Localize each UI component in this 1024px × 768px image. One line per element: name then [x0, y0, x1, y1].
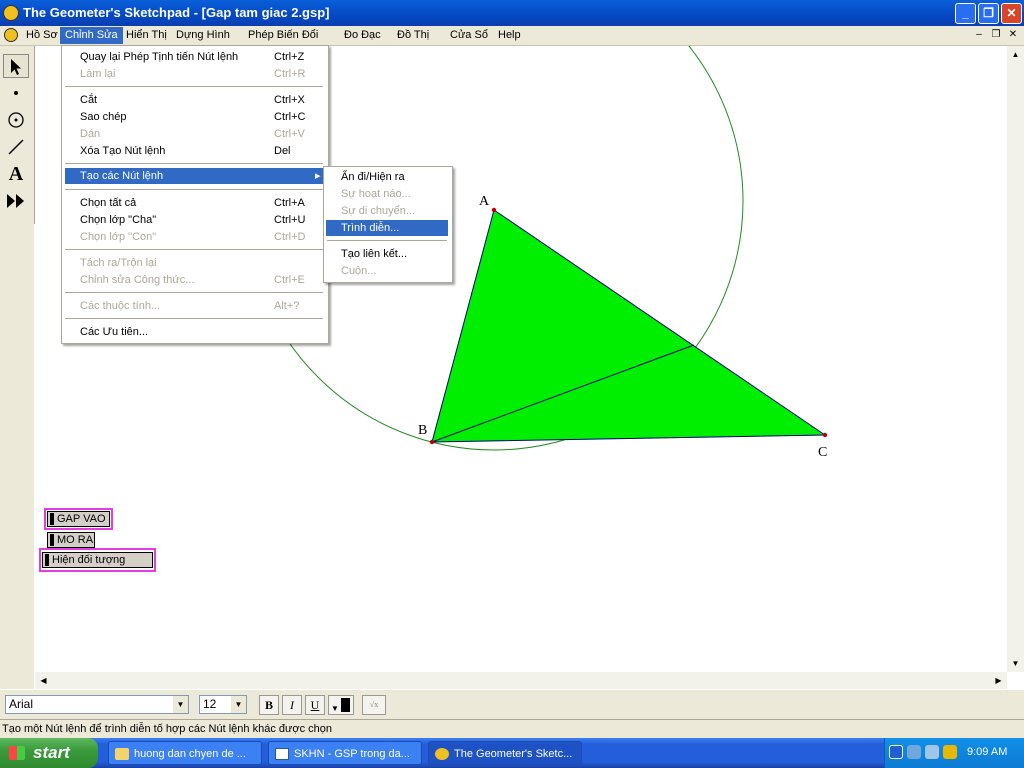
title-bar: The Geometer's Sketchpad - [Gap tam giac…	[0, 0, 1024, 26]
text-format-toolbar: Arial ▼ 12 ▼ B I U ▼ √x	[0, 689, 1024, 720]
menu-do-thi[interactable]: Đồ Thị	[392, 27, 434, 44]
submenu-animation[interactable]: Sự hoạt náo...	[341, 186, 446, 202]
label-c: C	[818, 445, 827, 460]
triangle-abc	[431, 209, 827, 443]
point-a	[491, 207, 497, 213]
scroll-left-icon[interactable]: ◀	[35, 672, 52, 689]
font-dropdown-icon: ▼	[173, 696, 188, 713]
point-c	[822, 432, 828, 438]
menu-cua-so[interactable]: Cửa Sổ	[445, 27, 493, 44]
menu-phep-bien-doi[interactable]: Phép Biến Đổi	[243, 27, 323, 44]
menu-do-dac[interactable]: Đo Đạc	[339, 27, 386, 44]
doc-restore-button[interactable]: ❐	[989, 29, 1003, 42]
submenu-presentation[interactable]: Trình diễn...	[326, 220, 448, 236]
sketchpad-app-icon	[3, 5, 19, 21]
bold-button[interactable]: B	[259, 695, 279, 715]
menu-separator	[65, 163, 323, 164]
math-format-icon[interactable]: √x	[362, 695, 386, 715]
toolbox: A	[0, 46, 35, 224]
italic-button[interactable]: I	[282, 695, 302, 715]
task-folder[interactable]: huong dan chyen de ...	[108, 741, 262, 765]
scroll-up-icon[interactable]: ▲	[1007, 46, 1024, 63]
windows-flag-icon	[9, 746, 25, 760]
action-buttons-submenu: Ẩn đi/Hiện ra Sự hoạt náo... Sự di chuyể…	[323, 166, 453, 283]
submenu-arrow-icon: ▸	[315, 170, 321, 182]
task-sketchpad[interactable]: The Geometer's Sketc...	[428, 741, 582, 765]
text-tool-icon[interactable]: A	[3, 162, 29, 186]
taskbar: start huong dan chyen de ... SKHN - GSP …	[0, 738, 1024, 768]
arrow-select-tool-icon[interactable]	[3, 54, 29, 78]
horizontal-scrollbar[interactable]: ◀ ▶	[35, 672, 1007, 689]
network-icon[interactable]	[907, 745, 921, 759]
menu-edit-calculation[interactable]: Chỉnh sửa Công thức... Ctrl+E	[80, 272, 320, 288]
document-icon[interactable]	[4, 28, 18, 42]
menu-separator	[65, 86, 323, 87]
system-tray: 9:09 AM	[884, 738, 1024, 768]
restore-button[interactable]: ❐	[978, 3, 999, 24]
menu-separator	[65, 249, 323, 250]
menu-separator	[327, 240, 447, 241]
custom-tool-icon[interactable]	[3, 189, 29, 213]
window-title: The Geometer's Sketchpad - [Gap tam giac…	[23, 5, 330, 20]
compass-tool-icon[interactable]	[3, 108, 29, 132]
menu-properties[interactable]: Các thuộc tính... Alt+?	[80, 298, 320, 314]
menu-delete-button[interactable]: Xóa Tạo Nút lệnh Del	[80, 143, 320, 159]
status-bar: Tạo một Nút lệnh để trình diễn tố hợp cá…	[0, 719, 1024, 739]
size-dropdown-icon: ▼	[231, 696, 246, 713]
submenu-scroll[interactable]: Cuộn...	[341, 263, 446, 279]
menu-split-merge[interactable]: Tách ra/Trộn lại	[80, 255, 320, 271]
tray-expand-icon[interactable]	[889, 745, 903, 759]
menu-help[interactable]: Help	[493, 27, 526, 44]
text-color-button[interactable]: ▼	[328, 695, 354, 715]
doc-close-button[interactable]: ✕	[1006, 29, 1020, 42]
toolbox-background	[0, 224, 34, 689]
display-icon[interactable]	[925, 745, 939, 759]
menu-dung-hinh[interactable]: Dựng Hình	[171, 27, 235, 44]
menu-ho-so[interactable]: Hồ Sơ	[21, 27, 63, 44]
point-tool-icon[interactable]	[3, 81, 29, 105]
close-button[interactable]: ✕	[1001, 3, 1022, 24]
folder-icon	[115, 748, 129, 761]
edit-menu: Quay lại Phép Tịnh tiến Nút lệnh Ctrl+Z L…	[61, 45, 329, 344]
menu-select-children[interactable]: Chọn lớp "Con" Ctrl+D	[80, 229, 320, 245]
underline-button[interactable]: U	[305, 695, 325, 715]
menu-copy[interactable]: Sao chép Ctrl+C	[80, 109, 320, 125]
clock[interactable]: 9:09 AM	[967, 746, 1007, 758]
menu-separator	[65, 318, 323, 319]
start-button[interactable]: start	[0, 738, 98, 768]
word-document-icon	[275, 748, 289, 761]
point-b	[429, 439, 435, 445]
menu-paste[interactable]: Dán Ctrl+V	[80, 126, 320, 142]
vertical-scrollbar[interactable]: ▲ ▼	[1007, 46, 1024, 672]
menu-undo[interactable]: Quay lại Phép Tịnh tiến Nút lệnh Ctrl+Z	[80, 49, 320, 65]
menu-chinh-sua[interactable]: Chỉnh Sửa	[60, 27, 123, 44]
status-text: Tạo một Nút lệnh để trình diễn tố hợp cá…	[2, 723, 332, 735]
label-b: B	[418, 423, 427, 438]
line-tool-icon[interactable]	[3, 135, 29, 159]
font-select[interactable]: Arial ▼	[5, 695, 189, 714]
label-a: A	[479, 194, 490, 209]
vietkey-icon[interactable]	[943, 745, 957, 759]
submenu-hide-show[interactable]: Ẩn đi/Hiện ra	[341, 169, 446, 185]
menu-hien-thi[interactable]: Hiển Thị	[121, 27, 172, 44]
menu-cut[interactable]: Cắt Ctrl+X	[80, 92, 320, 108]
menu-separator	[65, 189, 323, 190]
menu-preferences[interactable]: Các Ưu tiên...	[80, 324, 320, 340]
menu-create-action-buttons[interactable]: Tạo các Nút lệnh ▸	[65, 168, 325, 184]
menu-select-parents[interactable]: Chọn lớp "Cha" Ctrl+U	[80, 212, 320, 228]
submenu-link[interactable]: Tạo liên kết...	[341, 246, 446, 262]
menu-redo[interactable]: Làm lại Ctrl+R	[80, 66, 320, 82]
scroll-down-icon[interactable]: ▼	[1007, 655, 1024, 672]
scroll-right-icon[interactable]: ▶	[990, 672, 1007, 689]
doc-minimize-button[interactable]: –	[972, 29, 986, 42]
minimize-button[interactable]: _	[955, 3, 976, 24]
menu-select-all[interactable]: Chọn tất cả Ctrl+A	[80, 195, 320, 211]
sketchpad-icon	[435, 748, 449, 761]
submenu-movement[interactable]: Sự di chuyển...	[341, 203, 446, 219]
menu-bar: Hồ Sơ Chỉnh Sửa Hiển Thị Dựng Hình Phép …	[0, 26, 1024, 46]
menu-separator	[65, 292, 323, 293]
font-size-select[interactable]: 12 ▼	[199, 695, 247, 714]
task-word[interactable]: SKHN - GSP trong da...	[268, 741, 422, 765]
